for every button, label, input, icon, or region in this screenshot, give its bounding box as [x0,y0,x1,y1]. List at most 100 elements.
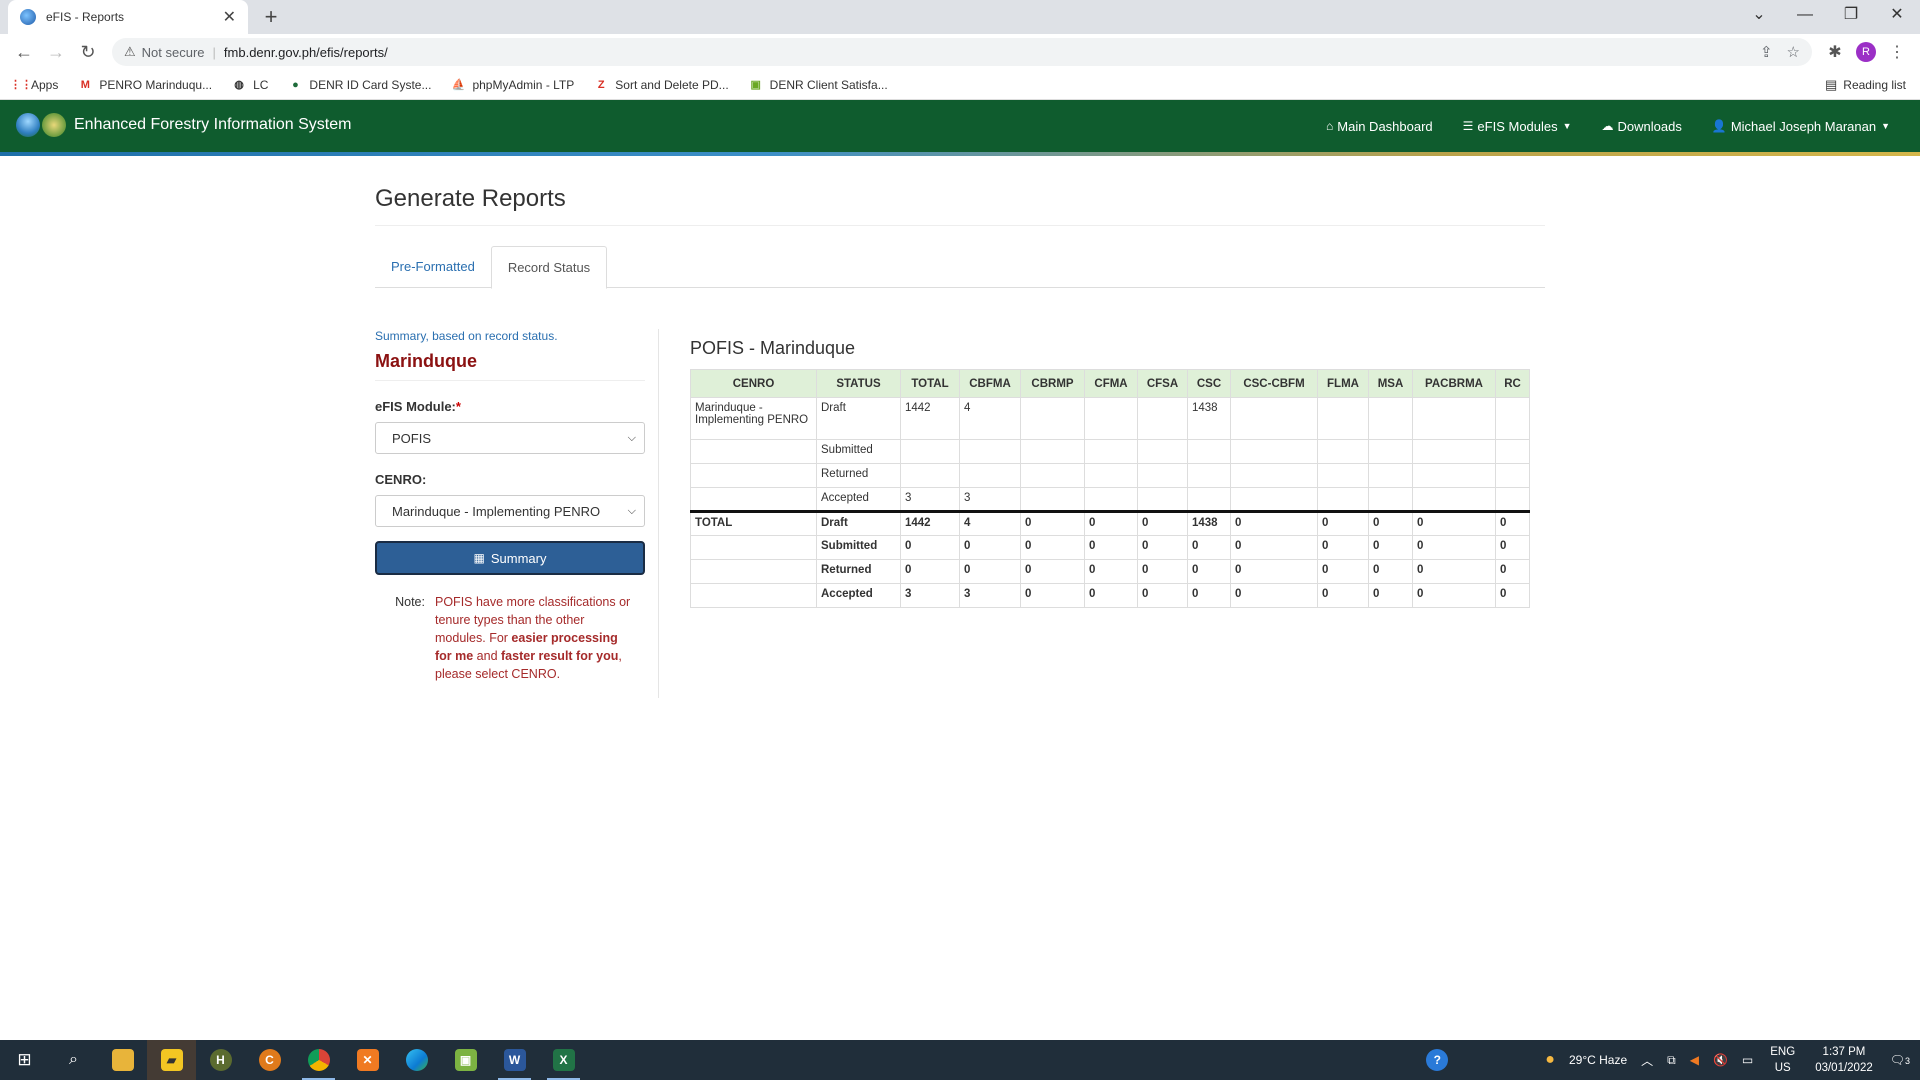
network-icon[interactable]: ▭ [1742,1053,1753,1067]
browser-tab[interactable]: eFIS - Reports ✕ [8,0,248,34]
note: Note: POFIS have more classifications or… [375,593,645,683]
table-cell: 0 [1317,559,1369,584]
profile-avatar[interactable]: R [1856,42,1876,62]
table-cell [1368,439,1413,464]
tab-record-status[interactable]: Record Status [490,246,608,289]
bookmark-apps[interactable]: ⋮⋮ Apps [10,78,58,92]
taskbar-file-explorer[interactable] [98,1040,147,1080]
bookmark-phpmyadmin[interactable]: ⛵ phpMyAdmin - LTP [451,78,575,92]
table-cell [1317,463,1369,488]
col-header: RC [1495,369,1530,398]
taskbar-excel[interactable]: X [539,1040,588,1080]
table-cell: 4 [959,510,1021,536]
taskbar-app-c[interactable]: C [245,1040,294,1080]
table-cell [1137,487,1188,512]
nav-downloads[interactable]: ☁ Downloads [1602,119,1682,134]
chevron-down-icon: ⌵ [627,431,636,444]
close-tab-icon[interactable]: ✕ [223,7,236,27]
taskbar-app-green[interactable]: ▣ [441,1040,490,1080]
col-header: CFMA [1084,369,1138,398]
bookmark-client-satisfaction[interactable]: ▣ DENR Client Satisfa... [749,78,887,92]
nav-efis-modules[interactable]: ☰ eFIS Modules ▼ [1463,119,1572,134]
table-cell: 0 [1084,583,1138,608]
clock[interactable]: 1:37 PM 03/01/2022 [1815,1044,1873,1076]
app-hs-icon: H [209,1049,232,1071]
back-button[interactable]: ← [8,36,40,68]
summary-button[interactable]: ▦ Summary [375,541,645,575]
bookmark-sort-pdf[interactable]: Z Sort and Delete PD... [594,78,729,92]
restore-button[interactable]: ❐ [1828,0,1874,34]
table-cell: 3 [900,583,960,608]
reload-button[interactable]: ↻ [72,36,104,68]
table-cell [1495,487,1530,512]
table-cell: 4 [959,397,1021,440]
module-select[interactable]: POFIS ⌵ [375,422,645,454]
onedrive-icon[interactable]: ⧉ [1667,1053,1676,1068]
share-icon[interactable]: ⇪ [1760,43,1773,61]
xampp-tray-icon[interactable]: ◀ [1690,1053,1699,1067]
table-cell: 0 [1230,559,1318,584]
url-text[interactable]: fmb.denr.gov.ph/efis/reports/ [224,45,1746,60]
brand[interactable]: Enhanced Forestry Information System [16,113,351,137]
bookmark-star-icon[interactable]: ☆ [1787,43,1800,61]
minimize-button[interactable]: — [1782,0,1828,34]
new-tab-button[interactable]: + [258,4,284,30]
tab-search-icon[interactable]: ⌄ [1736,0,1782,34]
nav-label: Michael Joseph Maranan [1730,118,1877,134]
col-header: PACBRMA [1412,369,1496,398]
help-icon[interactable]: ? [1426,1049,1449,1071]
bookmark-label: PENRO Marinduqu... [99,77,213,92]
taskbar-edge[interactable] [392,1040,441,1080]
bookmark-lc[interactable]: ◍ LC [232,78,268,92]
table-cell: 0 [1412,583,1496,608]
tray-chevron-icon[interactable]: ︿ [1641,1052,1653,1069]
nav-user-menu[interactable]: 👤 Michael Joseph Maranan ▼ [1712,119,1890,134]
region-text: US [1774,1062,1791,1074]
table-cell: Returned [816,463,901,488]
weather-text[interactable]: 29°C Haze [1569,1053,1627,1067]
taskbar-sticky-notes[interactable]: ▰ [147,1040,196,1080]
table-cell: 1438 [1187,510,1231,536]
notifications-button[interactable]: 🗨3 [1890,1053,1910,1067]
nav-main-dashboard[interactable]: ⌂ Main Dashboard [1326,119,1433,134]
tab-pre-formatted[interactable]: Pre-Formatted [375,246,491,288]
home-icon: ⌂ [1326,119,1334,133]
extensions-icon[interactable]: ✱ [1820,42,1850,62]
close-window-button[interactable]: ✕ [1874,0,1920,34]
summary-button-label: Summary [490,550,547,566]
cenro-select-value: Marinduque - Implementing PENRO [392,503,601,519]
table-cell [1230,463,1318,488]
table-cell: 0 [1230,510,1318,536]
table-row: TOTAL Draft 1442 4 0 0 0 1438 0 0 0 0 0 [690,510,1530,536]
col-header: FLMA [1317,369,1369,398]
table-cell: 0 [1317,583,1369,608]
help-glyph: ? [1426,1049,1449,1071]
volume-muted-icon[interactable]: 🔇 [1713,1053,1728,1067]
table-cell: Submitted [816,439,901,464]
table-cell [1084,439,1138,464]
forward-button[interactable]: → [40,36,72,68]
search-button[interactable]: ⌕ [49,1040,98,1080]
taskbar-xampp[interactable]: ✕ [343,1040,392,1080]
table-cell [900,463,960,488]
menu-icon[interactable]: ⋮ [1882,42,1912,62]
module-label-text: eFIS Module: [375,399,456,414]
language-indicator[interactable]: ENG US [1770,1044,1795,1076]
reading-list-button[interactable]: ▤ Reading list [1825,77,1906,93]
taskbar-word[interactable]: W [490,1040,539,1080]
denr-logo-icon [16,113,40,137]
bookmark-penro[interactable]: M PENRO Marinduqu... [78,78,212,92]
navbar-stripe [0,152,1920,156]
table-cell [1020,487,1085,512]
note-text-2: and [473,649,502,663]
bookmark-denr-id[interactable]: ● DENR ID Card Syste... [288,78,431,92]
address-bar-row: ← → ↻ ⚠ Not secure | fmb.denr.gov.ph/efi… [0,34,1920,70]
taskbar-app-hs[interactable]: H [196,1040,245,1080]
table-cell: 1438 [1187,397,1231,440]
cenro-select[interactable]: Marinduque - Implementing PENRO ⌵ [375,495,645,527]
taskbar-chrome[interactable] [294,1040,343,1080]
omnibox[interactable]: ⚠ Not secure | fmb.denr.gov.ph/efis/repo… [112,38,1812,66]
table-cell: 0 [1368,559,1413,584]
start-button[interactable]: ⊞ [0,1040,49,1080]
edge-icon [405,1049,428,1071]
